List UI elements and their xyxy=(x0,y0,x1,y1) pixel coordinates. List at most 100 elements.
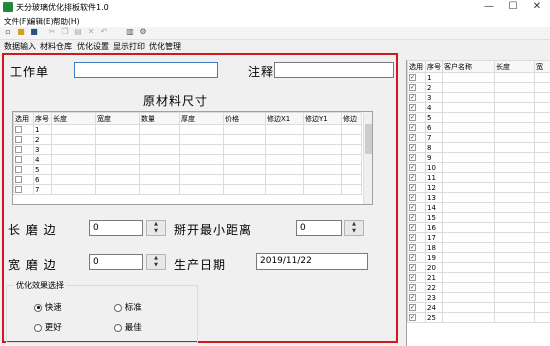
order-row[interactable]: 23 xyxy=(407,292,550,303)
material-row[interactable]: 6 xyxy=(13,174,362,185)
table-cell[interactable] xyxy=(442,212,495,223)
table-cell[interactable] xyxy=(494,272,535,283)
table-cell[interactable] xyxy=(303,174,342,185)
material-col-header[interactable]: 选用 xyxy=(13,112,34,125)
row-index[interactable]: 23 xyxy=(425,292,443,303)
table-cell[interactable] xyxy=(494,182,535,193)
table-cell[interactable] xyxy=(442,192,495,203)
print-icon[interactable]: ▥ xyxy=(126,28,134,36)
raw-material-table[interactable]: 选用 序号 长度 宽度 数量 厚度 价格 修边X1 修边Y1 修边 1234567 xyxy=(12,111,373,205)
material-table-scrollbar[interactable] xyxy=(363,112,372,204)
material-col-header[interactable]: 序号 xyxy=(33,112,52,125)
row-index[interactable]: 4 xyxy=(425,102,443,113)
wide-edge-spinner[interactable]: ▲ ▼ xyxy=(146,254,166,270)
order-row[interactable]: 3 xyxy=(407,92,550,103)
select-checkbox[interactable] xyxy=(407,302,426,313)
select-checkbox[interactable] xyxy=(407,262,426,273)
row-index[interactable]: 4 xyxy=(33,154,52,165)
table-cell[interactable] xyxy=(534,262,550,273)
material-col-header[interactable]: 数量 xyxy=(139,112,180,125)
table-cell[interactable] xyxy=(179,164,224,175)
order-row[interactable]: 22 xyxy=(407,282,550,293)
table-cell[interactable] xyxy=(442,262,495,273)
material-row[interactable]: 4 xyxy=(13,154,362,165)
table-cell[interactable] xyxy=(494,172,535,183)
order-row[interactable]: 20 xyxy=(407,262,550,273)
select-checkbox[interactable] xyxy=(407,242,426,253)
table-cell[interactable] xyxy=(265,144,304,155)
table-cell[interactable] xyxy=(442,132,495,143)
table-cell[interactable] xyxy=(534,172,550,183)
material-col-header[interactable]: 修边X1 xyxy=(265,112,304,125)
wide-edge-input[interactable]: 0 xyxy=(89,254,143,270)
select-checkbox[interactable] xyxy=(13,154,34,165)
menu-edit[interactable]: 编辑(E) xyxy=(28,16,54,27)
table-cell[interactable] xyxy=(303,164,342,175)
production-date-input[interactable]: 2019/11/22 xyxy=(256,253,368,270)
row-index[interactable]: 7 xyxy=(425,132,443,143)
close-button[interactable]: ✕ xyxy=(526,0,548,15)
row-index[interactable]: 6 xyxy=(33,174,52,185)
table-cell[interactable] xyxy=(442,152,495,163)
order-col-header[interactable]: 选用 xyxy=(407,60,426,73)
table-cell[interactable] xyxy=(442,82,495,93)
table-cell[interactable] xyxy=(442,252,495,263)
table-cell[interactable] xyxy=(442,222,495,233)
order-row[interactable]: 11 xyxy=(407,172,550,183)
undo-icon[interactable]: ↶ xyxy=(100,28,108,36)
order-col-header[interactable]: 序号 xyxy=(425,60,443,73)
row-index[interactable]: 6 xyxy=(425,122,443,133)
table-cell[interactable] xyxy=(442,232,495,243)
table-cell[interactable] xyxy=(494,262,535,273)
select-checkbox[interactable] xyxy=(407,252,426,263)
scrollbar-thumb[interactable] xyxy=(365,124,372,154)
order-row[interactable]: 9 xyxy=(407,152,550,163)
material-row[interactable]: 5 xyxy=(13,164,362,175)
radio-standard[interactable] xyxy=(114,303,122,312)
order-row[interactable]: 16 xyxy=(407,222,550,233)
delete-icon[interactable]: ✕ xyxy=(87,28,95,36)
order-row[interactable]: 13 xyxy=(407,192,550,203)
table-cell[interactable] xyxy=(442,142,495,153)
table-cell[interactable] xyxy=(51,174,96,185)
radio-better[interactable] xyxy=(34,323,42,332)
row-index[interactable]: 1 xyxy=(425,72,443,83)
select-checkbox[interactable] xyxy=(407,92,426,103)
table-cell[interactable] xyxy=(534,242,550,253)
cut-icon[interactable]: ✂ xyxy=(48,28,56,36)
table-cell[interactable] xyxy=(534,212,550,223)
select-checkbox[interactable] xyxy=(407,292,426,303)
table-cell[interactable] xyxy=(442,172,495,183)
table-cell[interactable] xyxy=(341,164,362,175)
material-col-header[interactable]: 修边Y1 xyxy=(303,112,342,125)
select-checkbox[interactable] xyxy=(407,232,426,243)
table-cell[interactable] xyxy=(534,132,550,143)
material-row[interactable]: 3 xyxy=(13,144,362,155)
order-col-header[interactable]: 宽 xyxy=(534,60,550,73)
table-cell[interactable] xyxy=(442,102,495,113)
table-cell[interactable] xyxy=(265,164,304,175)
option-fast[interactable]: 快速 xyxy=(34,301,62,313)
order-row[interactable]: 6 xyxy=(407,122,550,133)
select-checkbox[interactable] xyxy=(13,124,34,135)
material-col-header[interactable]: 价格 xyxy=(223,112,266,125)
order-row[interactable]: 8 xyxy=(407,142,550,153)
table-cell[interactable] xyxy=(341,124,362,135)
table-cell[interactable] xyxy=(442,182,495,193)
select-checkbox[interactable] xyxy=(13,134,34,145)
select-checkbox[interactable] xyxy=(13,184,34,195)
row-index[interactable]: 19 xyxy=(425,252,443,263)
new-file-icon[interactable]: ▫ xyxy=(4,28,12,36)
table-cell[interactable] xyxy=(139,164,180,175)
table-cell[interactable] xyxy=(341,184,362,195)
order-row[interactable]: 4 xyxy=(407,102,550,113)
order-row[interactable]: 7 xyxy=(407,132,550,143)
table-cell[interactable] xyxy=(534,142,550,153)
select-checkbox[interactable] xyxy=(407,312,426,323)
table-cell[interactable] xyxy=(179,124,224,135)
table-cell[interactable] xyxy=(95,134,140,145)
select-checkbox[interactable] xyxy=(407,272,426,283)
order-row[interactable]: 2 xyxy=(407,82,550,93)
table-cell[interactable] xyxy=(95,124,140,135)
table-cell[interactable] xyxy=(494,292,535,303)
